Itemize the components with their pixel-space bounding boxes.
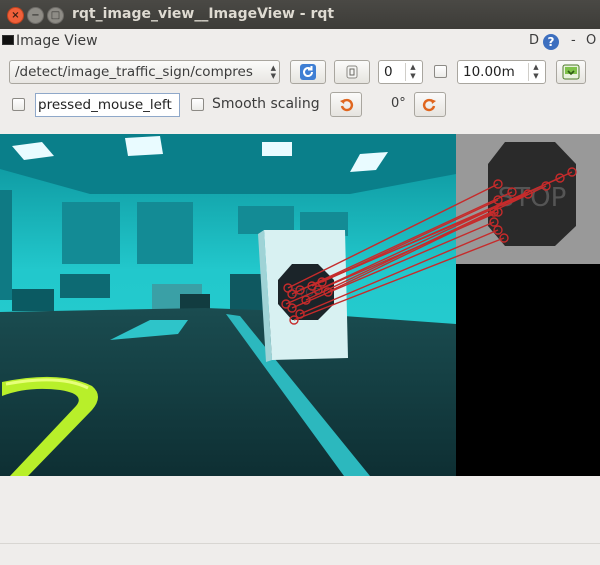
plugin-header: Image View D ? - O bbox=[0, 31, 600, 53]
zoom-spinbox[interactable]: 0 ▲ ▼ bbox=[378, 60, 423, 84]
save-image-button[interactable] bbox=[556, 60, 586, 84]
save-icon bbox=[562, 64, 580, 80]
window-minimize-button[interactable]: − bbox=[27, 7, 44, 24]
plugin-minimize-button[interactable]: - bbox=[571, 33, 576, 48]
zoom-1-icon bbox=[346, 65, 358, 79]
smooth-scaling-checkbox[interactable] bbox=[191, 98, 204, 111]
minimize-icon: − bbox=[31, 9, 40, 21]
rotate-left-icon bbox=[340, 98, 354, 111]
mouse-publish-checkbox[interactable] bbox=[12, 98, 25, 111]
plugin-dock-button[interactable]: D bbox=[529, 33, 539, 48]
rotate-left-button[interactable] bbox=[330, 92, 362, 117]
spinbox-arrows-icon[interactable]: ▲ ▼ bbox=[405, 63, 420, 81]
spinbox-arrows-icon[interactable]: ▲ ▼ bbox=[528, 63, 543, 81]
topic-select-value: /detect/image_traffic_sign/compres bbox=[15, 64, 253, 80]
plugin-close-button[interactable]: O bbox=[586, 33, 596, 48]
plugin-window-icon bbox=[2, 35, 14, 45]
topic-select[interactable]: /detect/image_traffic_sign/compres ▲ ▼ bbox=[9, 60, 280, 84]
close-icon: × bbox=[11, 9, 20, 21]
mouse-topic-value: pressed_mouse_left bbox=[38, 97, 172, 113]
window-close-button[interactable]: × bbox=[7, 7, 24, 24]
template-sign-text: STOP bbox=[498, 183, 567, 213]
zoom-spinbox-value: 0 bbox=[384, 64, 393, 80]
smooth-scaling-label: Smooth scaling bbox=[212, 96, 320, 112]
rotation-label: 0° bbox=[391, 96, 406, 111]
window-titlebar: × − □ rqt_image_view__ImageView - rqt bbox=[0, 0, 600, 29]
maximize-icon: □ bbox=[50, 9, 61, 21]
image-canvas[interactable]: STOP STOP bbox=[0, 134, 600, 476]
rotate-right-button[interactable] bbox=[414, 92, 446, 117]
dynamic-range-checkbox[interactable] bbox=[434, 65, 447, 78]
chevron-updown-icon: ▲ ▼ bbox=[270, 64, 276, 80]
window-title: rqt_image_view__ImageView - rqt bbox=[72, 6, 335, 22]
mouse-topic-input[interactable]: pressed_mouse_left bbox=[35, 93, 180, 117]
rotate-right-icon bbox=[422, 98, 436, 111]
status-bar-divider bbox=[0, 543, 600, 544]
max-range-spinbox[interactable]: 10.00m ▲ ▼ bbox=[457, 60, 546, 84]
refresh-topics-button[interactable] bbox=[290, 60, 326, 84]
window-maximize-button[interactable]: □ bbox=[47, 7, 64, 24]
camera-image: STOP STOP bbox=[0, 134, 600, 476]
zoom-fit-button[interactable] bbox=[334, 60, 370, 84]
plugin-title: Image View bbox=[16, 33, 98, 49]
refresh-icon bbox=[300, 64, 316, 80]
max-range-value: 10.00m bbox=[463, 64, 515, 80]
help-icon[interactable]: ? bbox=[543, 34, 559, 50]
